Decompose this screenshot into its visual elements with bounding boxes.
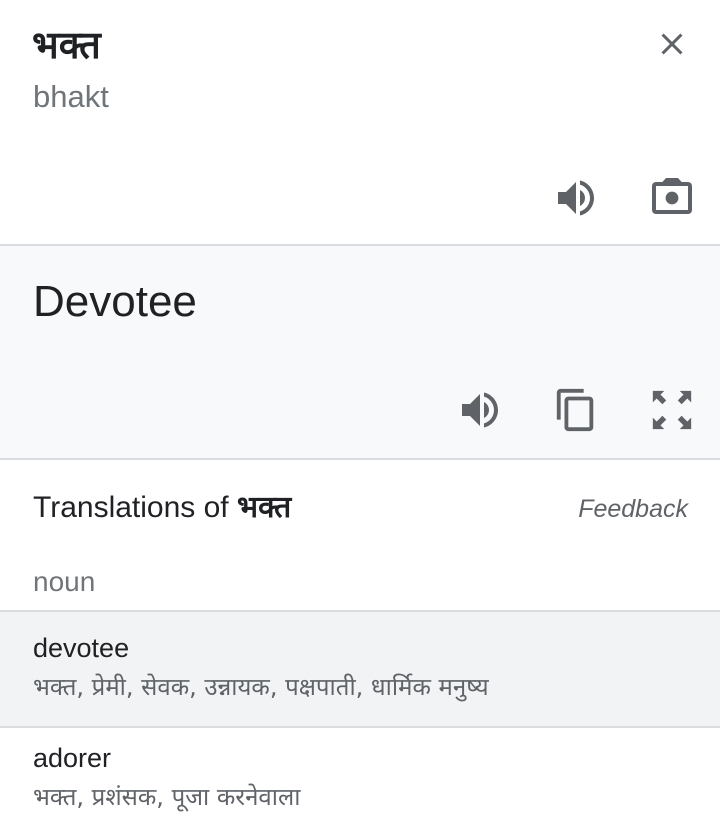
entry-word: adorer [33,743,112,773]
copy-button[interactable] [550,384,602,436]
feedback-link[interactable]: Feedback [578,492,688,526]
source-word: भक्त [32,23,101,67]
entry-synonyms: भक्त, प्रेमी, सेवक, उन्नायक, पक्षपाती, ध… [33,673,489,701]
part-of-speech: noun [33,566,96,597]
translation-entry-devotee[interactable]: devotee भक्त, प्रेमी, सेवक, उन्नायक, पक्… [0,612,720,726]
source-panel: भक्त bhakt [0,0,720,244]
translation-panel: Devotee [0,246,720,458]
dictionary-title-prefix: Translations of [33,491,237,524]
camera-icon [652,178,692,214]
dictionary-title-word: भक्त [236,490,292,525]
dictionary-panel: Translations of भक्त Feedback noun devot… [0,460,720,832]
translation-entry-adorer[interactable]: adorer भक्त, प्रशंसक, पूजा करनेवाला [0,728,720,832]
camera-button[interactable] [646,172,698,224]
entry-synonyms: भक्त, प्रशंसक, पूजा करनेवाला [33,783,301,811]
speaker-icon [558,180,594,216]
entry-word: devotee [33,633,130,663]
copy-icon [556,388,594,432]
fullscreen-button[interactable] [646,384,698,436]
fullscreen-icon [652,390,692,430]
listen-translation-button[interactable] [454,384,506,436]
dictionary-title: Translations of भक्त [33,488,291,528]
translated-word: Devotee [33,277,197,326]
listen-source-button[interactable] [550,172,602,224]
close-button[interactable] [648,20,696,68]
source-transliteration: bhakt [33,79,109,114]
close-icon [661,33,683,55]
speaker-icon [462,392,498,428]
